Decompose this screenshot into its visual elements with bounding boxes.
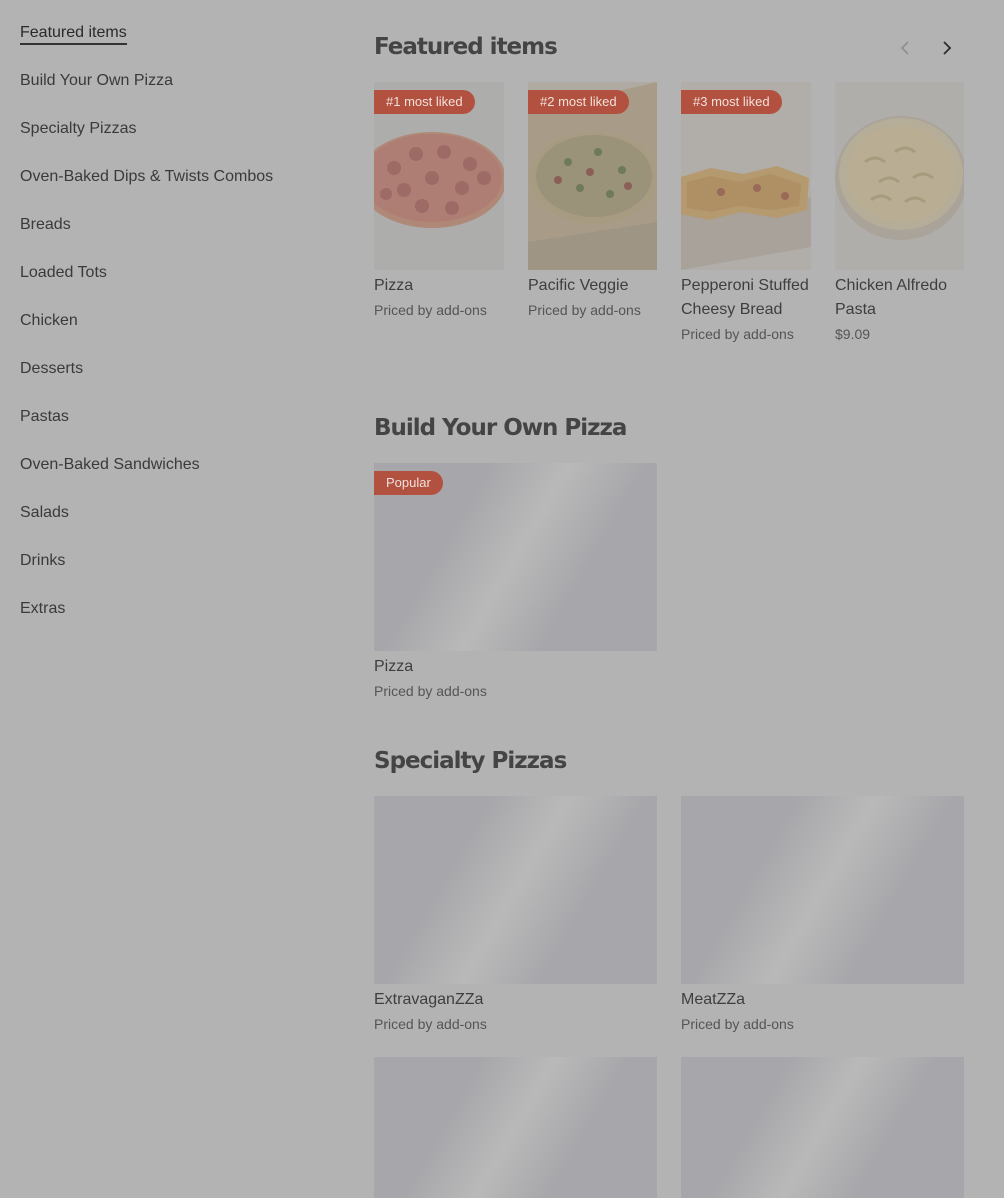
item-image-placeholder [681,796,964,984]
menu-item-card[interactable] [681,1057,964,1198]
featured-item-card[interactable]: #1 most liked Pizza Priced by add-ons [374,82,504,322]
sidebar-item-dips-twists-combos[interactable]: Oven-Baked Dips & Twists Combos [20,164,320,212]
sidebar-item-label: Loaded Tots [20,264,107,281]
carousel-next-button[interactable] [932,34,960,62]
sidebar-item-breads[interactable]: Breads [20,212,320,260]
sidebar-item-drinks[interactable]: Drinks [20,548,320,596]
item-price: Priced by add-ons [681,1016,794,1032]
popular-badge: Popular [374,471,443,495]
featured-item-card[interactable]: #3 most liked Pepperoni Stuffed Cheesy B… [681,82,811,346]
sidebar-item-chicken[interactable]: Chicken [20,308,320,356]
chevron-right-icon [932,34,960,62]
sidebar-item-specialty-pizzas[interactable]: Specialty Pizzas [20,116,320,164]
item-price: Priced by add-ons [528,302,641,318]
menu-item-card[interactable] [374,1057,657,1198]
carousel-prev-button[interactable] [892,34,920,62]
section-title-build-your-own-pizza: Build Your Own Pizza [374,415,627,441]
sidebar-item-label: Desserts [20,360,84,377]
menu-item-card[interactable]: ExtravaganZZa Priced by add-ons [374,796,657,1036]
sidebar-item-label: Oven-Baked Dips & Twists Combos [20,168,274,185]
item-name: ExtravaganZZa [374,991,484,1008]
item-price: Priced by add-ons [374,683,487,699]
category-sidebar: Featured items Build Your Own Pizza Spec… [20,20,320,644]
sidebar-item-label: Oven-Baked Sandwiches [20,456,200,473]
rank-badge: #1 most liked [374,90,475,114]
item-image-pacific-veggie: #2 most liked [528,82,657,270]
rank-badge: #2 most liked [528,90,629,114]
item-price: Priced by add-ons [374,1016,487,1032]
menu-item-card[interactable]: MeatZZa Priced by add-ons [681,796,964,1036]
sidebar-item-label: Extras [20,600,66,617]
featured-item-card[interactable]: #2 most liked Pacific Veggie Priced by a… [528,82,657,322]
item-image-chicken-alfredo-pasta [835,82,964,270]
item-price: Priced by add-ons [374,302,487,318]
item-name: MeatZZa [681,991,746,1008]
item-image-pizza: #1 most liked [374,82,504,270]
sidebar-item-pastas[interactable]: Pastas [20,404,320,452]
sidebar-item-label: Breads [20,216,71,233]
item-name: Pacific Veggie [528,277,629,294]
sidebar-item-label: Specialty Pizzas [20,120,137,137]
sidebar-item-label: Pastas [20,408,69,425]
item-image-placeholder [374,796,657,984]
item-name: Pepperoni Stuffed Cheesy Bread [681,277,809,318]
section-title-specialty-pizzas: Specialty Pizzas [374,748,567,774]
sidebar-item-label: Featured items [20,24,127,45]
rank-badge: #3 most liked [681,90,782,114]
sidebar-item-salads[interactable]: Salads [20,500,320,548]
featured-item-card[interactable]: Chicken Alfredo Pasta $9.09 [835,82,964,346]
item-name: Chicken Alfredo Pasta [835,277,948,318]
sidebar-item-desserts[interactable]: Desserts [20,356,320,404]
item-price: Priced by add-ons [681,326,794,342]
item-image-placeholder: Popular [374,463,657,651]
sidebar-item-build-your-own-pizza[interactable]: Build Your Own Pizza [20,68,320,116]
sidebar-item-label: Chicken [20,312,78,329]
menu-item-card[interactable]: Popular Pizza Priced by add-ons [374,463,657,703]
sidebar-item-extras[interactable]: Extras [20,596,320,644]
section-title-featured: Featured items [374,34,558,60]
item-image-placeholder [374,1057,657,1198]
sidebar-item-label: Drinks [20,552,66,569]
item-image-placeholder [681,1057,964,1198]
sidebar-item-label: Salads [20,504,69,521]
item-name: Pizza [374,658,414,675]
item-name: Pizza [374,277,414,294]
item-image-pepperoni-cheesy-bread: #3 most liked [681,82,811,270]
sidebar-item-oven-baked-sandwiches[interactable]: Oven-Baked Sandwiches [20,452,320,500]
sidebar-item-label: Build Your Own Pizza [20,72,173,89]
chevron-left-icon [892,34,920,62]
sidebar-item-featured-items[interactable]: Featured items [20,20,320,68]
item-price: $9.09 [835,326,871,342]
sidebar-item-loaded-tots[interactable]: Loaded Tots [20,260,320,308]
